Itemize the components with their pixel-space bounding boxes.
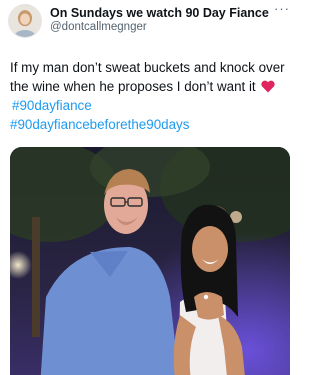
user-handle[interactable]: @dontcallmegnger [50, 21, 147, 33]
proposal-photo [10, 147, 290, 375]
tweet-photo[interactable] [10, 147, 290, 375]
hashtag-link[interactable]: #90dayfiance [12, 96, 294, 115]
hashtag-link[interactable]: #90dayfiancebeforethe90days [10, 115, 294, 134]
tweet-text: If my man don’t sweat buckets and knock … [10, 60, 285, 94]
avatar[interactable] [8, 4, 42, 38]
display-name[interactable]: On Sundays we watch 90 Day Fiance [50, 6, 269, 20]
more-options-icon[interactable]: ··· [272, 2, 292, 18]
tweet-body: If my man don’t sweat buckets and knock … [10, 58, 294, 134]
red-heart-icon [261, 79, 276, 93]
tweet-card: On Sundays we watch 90 Day Fiance @dontc… [0, 0, 300, 375]
